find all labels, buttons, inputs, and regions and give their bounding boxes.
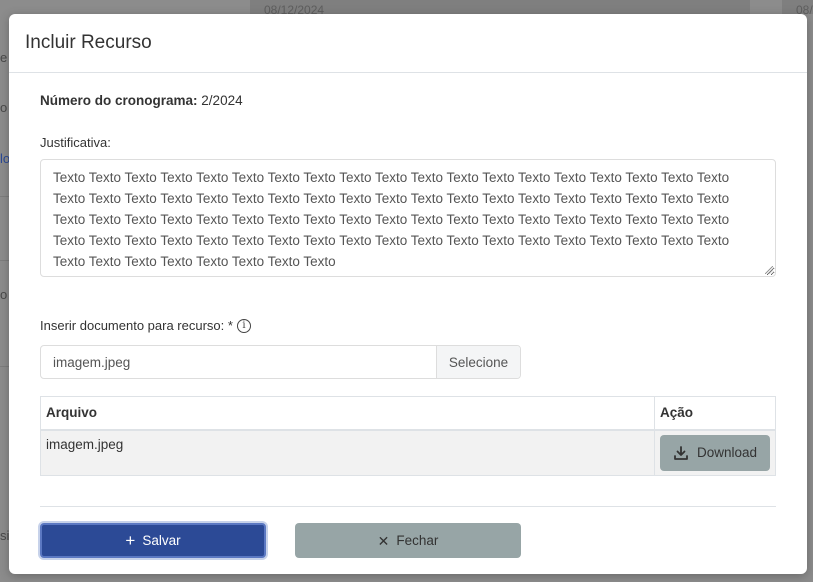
documento-label-row: Inserir documento para recurso: * i xyxy=(40,318,251,333)
info-circle-icon[interactable]: i xyxy=(236,318,251,333)
save-label: Salvar xyxy=(142,533,181,548)
footer-divider xyxy=(40,506,776,507)
column-header-arquivo: Arquivo xyxy=(40,396,655,431)
table-header-row: Arquivo Ação xyxy=(40,396,777,431)
files-table: Arquivo Ação imagem.jpeg Download xyxy=(40,396,777,476)
justificativa-label: Justificativa: xyxy=(40,135,111,150)
action-cell: Download xyxy=(653,429,777,476)
table-row: imagem.jpeg Download xyxy=(40,429,777,476)
select-file-button[interactable]: Selecione xyxy=(436,346,520,378)
background-fragment: o xyxy=(0,100,8,115)
download-button[interactable]: Download xyxy=(659,434,770,471)
download-label: Download xyxy=(696,445,757,460)
download-icon xyxy=(674,445,688,460)
save-button[interactable]: + Salvar xyxy=(40,523,266,558)
modal-header: Incluir Recurso xyxy=(9,14,807,73)
justificativa-textarea[interactable]: Texto Texto Texto Texto Texto Texto Text… xyxy=(40,159,776,277)
incluir-recurso-modal: Incluir Recurso Número do cronograma: 2/… xyxy=(9,14,807,574)
resize-handle-icon[interactable] xyxy=(765,266,773,274)
cronograma-value: 2/2024 xyxy=(201,93,243,108)
file-upload-group: Selecione xyxy=(40,345,521,379)
close-button[interactable]: ✕ Fechar xyxy=(295,523,521,558)
column-header-acao: Ação xyxy=(653,396,777,431)
file-name-input[interactable] xyxy=(41,346,436,378)
file-name-cell: imagem.jpeg xyxy=(40,429,655,476)
plus-icon: + xyxy=(125,531,136,550)
close-icon: ✕ xyxy=(377,532,390,549)
close-label: Fechar xyxy=(396,533,439,548)
modal-title: Incluir Recurso xyxy=(25,32,152,53)
background-header-strip xyxy=(250,0,750,14)
cronograma-label: Número do cronograma: xyxy=(40,93,198,108)
cronograma-info: Número do cronograma: 2/2024 xyxy=(40,93,243,108)
background-fragment: o xyxy=(0,287,8,302)
documento-label: Inserir documento para recurso: * xyxy=(40,318,233,333)
justificativa-text: Texto Texto Texto Texto Texto Texto Text… xyxy=(53,170,730,269)
